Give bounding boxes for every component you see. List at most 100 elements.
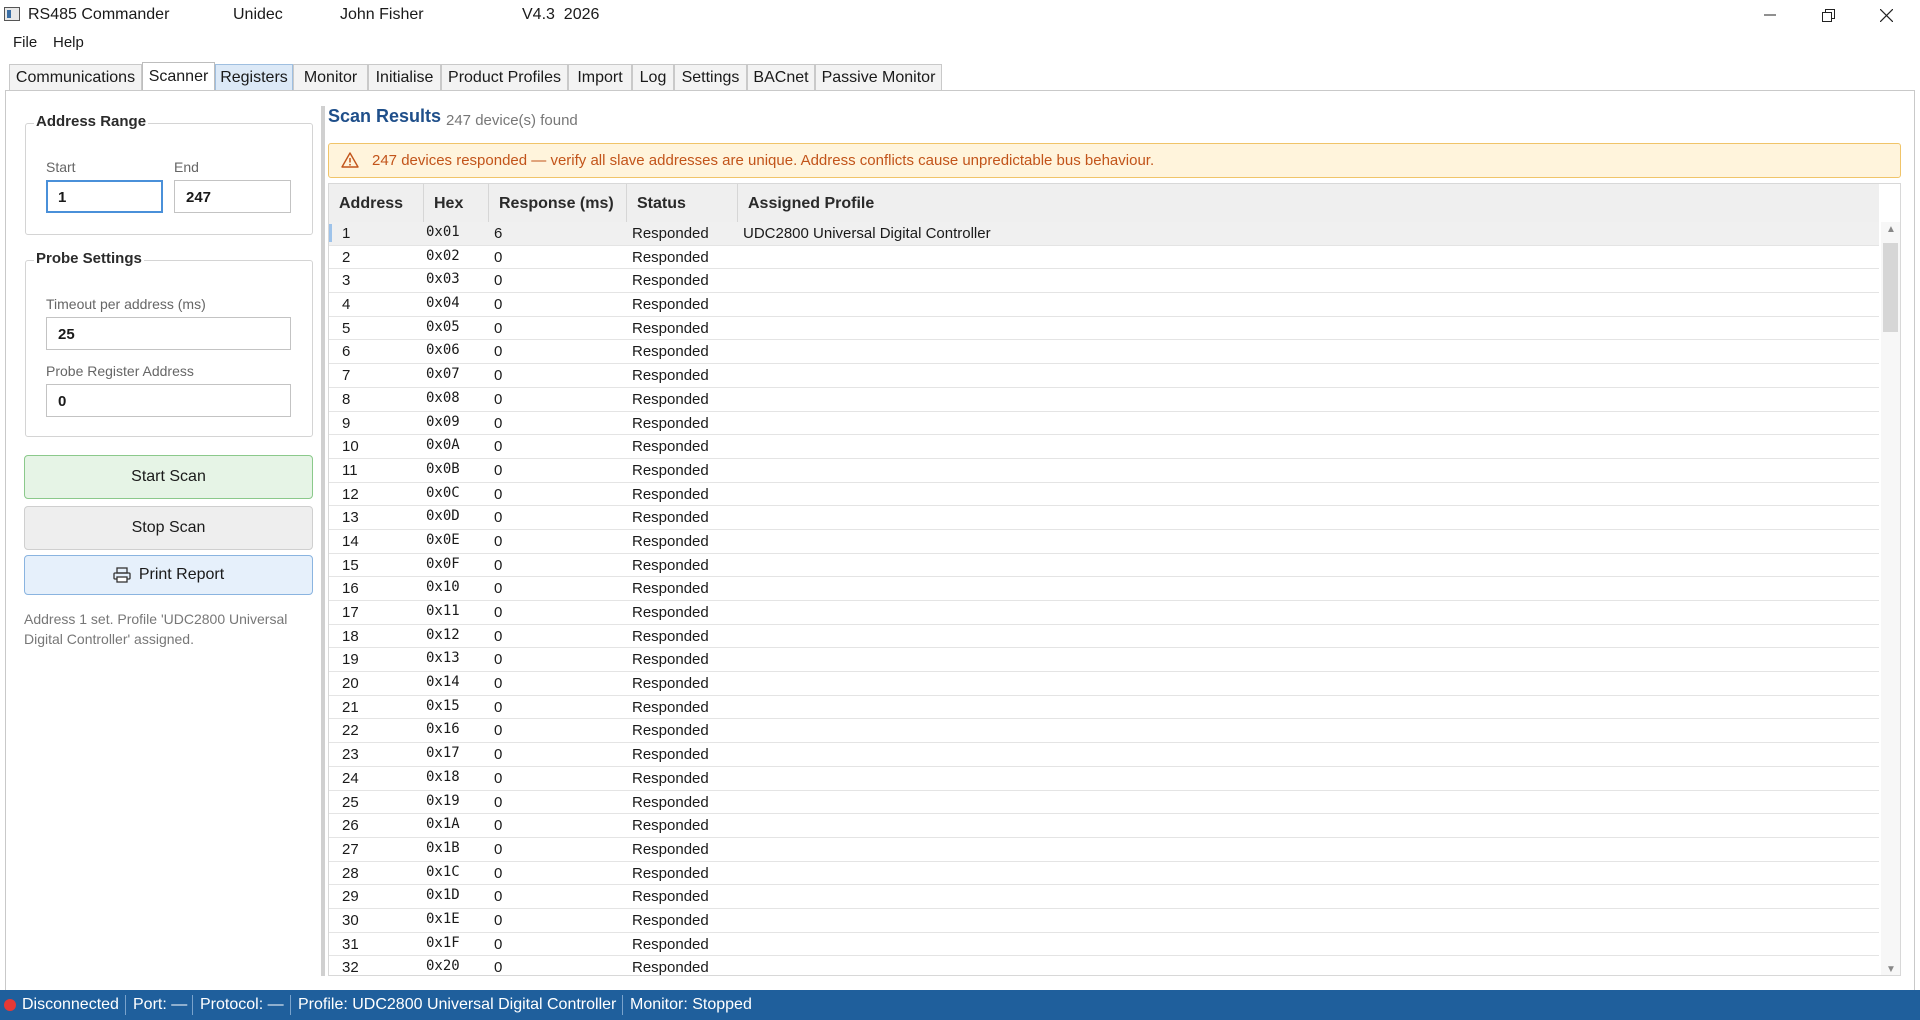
vertical-scrollbar[interactable]: ▲ ▼ <box>1881 222 1900 975</box>
col-address[interactable]: Address <box>329 184 424 222</box>
print-report-button[interactable]: Print Report <box>24 555 313 595</box>
status-cell: Responded <box>632 390 709 408</box>
end-label: End <box>174 159 199 175</box>
address-cell: 19 <box>342 651 359 669</box>
port-status: Port: — <box>133 996 188 1013</box>
response-cell: 0 <box>494 651 503 669</box>
company-name: Unidec <box>233 6 283 23</box>
probe-register-input[interactable]: 0 <box>46 384 291 417</box>
col-hex[interactable]: Hex <box>424 184 489 222</box>
response-cell: 6 <box>494 225 503 242</box>
table-row[interactable]: 9 0x09 0 Responded <box>329 412 1879 436</box>
minimize-button[interactable] <box>1741 0 1799 30</box>
tab-settings[interactable]: Settings <box>674 64 747 90</box>
start-scan-button[interactable]: Start Scan <box>24 455 313 499</box>
table-row[interactable]: 32 0x20 0 Responded <box>329 956 1879 976</box>
table-row[interactable]: 3 0x03 0 Responded <box>329 269 1879 294</box>
address-cell: 18 <box>342 627 359 645</box>
table-row[interactable]: 29 0x1D 0 Responded <box>329 885 1879 909</box>
table-row[interactable]: 13 0x0D 0 Responded <box>329 506 1879 530</box>
end-address-input[interactable]: 247 <box>174 180 291 213</box>
timeout-input[interactable]: 25 <box>46 317 291 350</box>
response-cell: 0 <box>494 911 503 929</box>
table-row[interactable]: 6 0x06 0 Responded <box>329 340 1879 365</box>
table-row[interactable]: 10 0x0A 0 Responded <box>329 435 1879 459</box>
address-cell: 29 <box>342 888 359 906</box>
response-cell: 0 <box>494 959 503 976</box>
hex-cell: 0x15 <box>426 697 460 714</box>
col-status[interactable]: Status <box>627 184 738 222</box>
col-response[interactable]: Response (ms) <box>489 184 627 222</box>
tab-initialise[interactable]: Initialise <box>368 64 441 90</box>
profile-cell: UDC2800 Universal Digital Controller <box>743 225 991 242</box>
tab-registers[interactable]: Registers <box>215 64 293 90</box>
address-cell: 1 <box>342 225 351 242</box>
table-row[interactable]: 12 0x0C 0 Responded <box>329 483 1879 507</box>
table-row[interactable]: 26 0x1A 0 Responded <box>329 814 1879 838</box>
tab-import[interactable]: Import <box>568 64 632 90</box>
table-row[interactable]: 25 0x19 0 Responded <box>329 791 1879 815</box>
table-row[interactable]: 16 0x10 0 Responded <box>329 577 1879 601</box>
table-row[interactable]: 30 0x1E 0 Responded <box>329 909 1879 933</box>
hex-cell: 0x18 <box>426 768 460 785</box>
status-cell: Responded <box>632 911 709 929</box>
address-cell: 4 <box>342 296 351 314</box>
col-assigned-profile[interactable]: Assigned Profile <box>738 184 1879 222</box>
scrollbar-thumb[interactable] <box>1883 243 1898 332</box>
timeout-label: Timeout per address (ms) <box>46 296 206 312</box>
close-button[interactable] <box>1857 0 1915 30</box>
table-row[interactable]: 7 0x07 0 Responded <box>329 364 1879 388</box>
table-row[interactable]: 28 0x1C 0 Responded <box>329 862 1879 886</box>
table-row[interactable]: 15 0x0F 0 Responded <box>329 554 1879 578</box>
status-cell: Responded <box>632 485 709 503</box>
scroll-down-icon[interactable]: ▼ <box>1886 964 1896 975</box>
hex-cell: 0x04 <box>426 295 460 312</box>
table-row[interactable]: 31 0x1F 0 Responded <box>329 933 1879 957</box>
table-row[interactable]: 4 0x04 0 Responded <box>329 293 1879 317</box>
table-row[interactable]: 27 0x1B 0 Responded <box>329 838 1879 862</box>
panel-splitter[interactable] <box>321 106 325 976</box>
scan-results-table[interactable]: Address Hex Response (ms) Status Assigne… <box>328 183 1901 976</box>
scan-results-title: Scan Results <box>328 106 442 126</box>
table-row[interactable]: 1 0x01 6 Responded UDC2800 Universal Digital… <box>329 222 1879 246</box>
table-row[interactable]: 11 0x0B 0 Responded <box>329 459 1879 483</box>
table-row[interactable]: 5 0x05 0 Responded <box>329 317 1879 341</box>
table-row[interactable]: 23 0x17 0 Responded <box>329 743 1879 767</box>
tab-scanner[interactable]: Scanner <box>142 62 215 92</box>
hex-cell: 0x05 <box>426 318 460 335</box>
restore-button[interactable] <box>1799 0 1857 30</box>
scroll-up-icon[interactable]: ▲ <box>1886 224 1896 235</box>
table-row[interactable]: 21 0x15 0 Responded <box>329 696 1879 720</box>
tab-log[interactable]: Log <box>632 64 674 90</box>
table-row[interactable]: 18 0x12 0 Responded <box>329 625 1879 649</box>
table-row[interactable]: 22 0x16 0 Responded <box>329 719 1879 744</box>
table-row[interactable]: 17 0x11 0 Responded <box>329 601 1879 625</box>
address-cell: 32 <box>342 959 359 976</box>
table-row[interactable]: 20 0x14 0 Responded <box>329 672 1879 696</box>
response-cell: 0 <box>494 414 503 432</box>
address-cell: 27 <box>342 840 359 858</box>
menu-file[interactable]: File <box>13 34 37 51</box>
tab-product-profiles[interactable]: Product Profiles <box>441 64 568 90</box>
table-row[interactable]: 24 0x18 0 Responded <box>329 767 1879 791</box>
hex-cell: 0x16 <box>426 721 460 738</box>
start-address-input[interactable]: 1 <box>46 180 163 213</box>
stop-scan-button[interactable]: Stop Scan <box>24 506 313 550</box>
hex-cell: 0x20 <box>426 958 460 975</box>
table-row[interactable]: 8 0x08 0 Responded <box>329 388 1879 412</box>
monitor-status: Monitor: Stopped <box>630 996 752 1013</box>
tab-bacnet[interactable]: BACnet <box>747 64 815 90</box>
tab-communications[interactable]: Communications <box>9 64 142 90</box>
address-cell: 21 <box>342 698 359 716</box>
minimize-icon <box>1764 14 1776 16</box>
table-row[interactable]: 19 0x13 0 Responded <box>329 648 1879 673</box>
address-cell: 7 <box>342 367 351 385</box>
tab-passive-monitor[interactable]: Passive Monitor <box>815 64 942 90</box>
table-row[interactable]: 2 0x02 0 Responded <box>329 246 1879 270</box>
response-cell: 0 <box>494 509 503 527</box>
table-header: Address Hex Response (ms) Status Assigne… <box>329 184 1879 223</box>
tab-monitor[interactable]: Monitor <box>293 64 368 90</box>
response-cell: 0 <box>494 793 503 811</box>
table-row[interactable]: 14 0x0E 0 Responded <box>329 530 1879 554</box>
menu-help[interactable]: Help <box>53 34 84 51</box>
